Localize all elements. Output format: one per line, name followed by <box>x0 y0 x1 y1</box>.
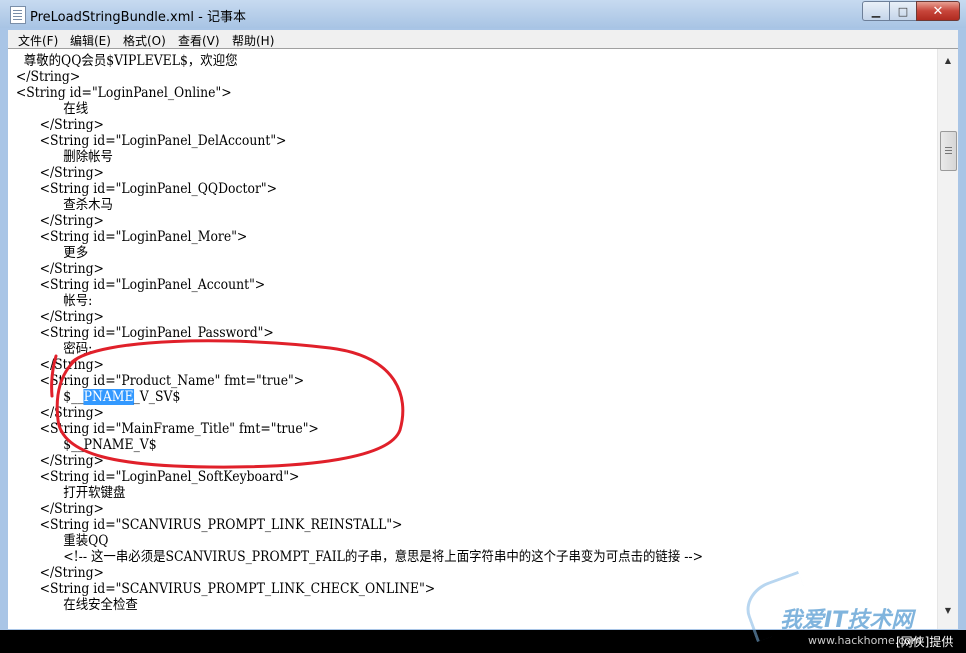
text-content[interactable]: 尊敬的QQ会员$VIPLEVEL$，欢迎您 </String> <String … <box>8 49 936 629</box>
minimize-icon: ▁ <box>871 4 881 18</box>
text-line: $__PNAME_V$ <box>8 437 157 453</box>
vertical-scrollbar[interactable]: ▲ ▼ <box>937 49 958 629</box>
window-title: PreLoadStringBundle.xml - 记事本 <box>30 10 246 25</box>
text-line: <String id="SCANVIRUS_PROMPT_LINK_CHECK_… <box>8 581 436 597</box>
scroll-down-button[interactable]: ▼ <box>938 601 958 619</box>
text-line: 查杀木马 <box>8 197 113 213</box>
text-line: </String> <box>8 501 104 517</box>
text-line: </String> <box>8 117 104 133</box>
text-selection[interactable]: PNAME <box>83 389 134 405</box>
menu-edit[interactable]: 编辑(E) <box>70 32 111 49</box>
text-line: 帐号: <box>8 293 93 309</box>
text-line: </String> <box>8 261 104 277</box>
text-line: 打开软键盘 <box>8 485 126 501</box>
text-line: </String> <box>8 565 104 581</box>
text-line: <String id="LoginPanel_DelAccount"> <box>8 133 287 149</box>
notepad-icon <box>10 6 26 24</box>
text-line: <!-- 这一串必须是SCANVIRUS_PROMPT_FAIL的子串，意思是将… <box>8 549 704 565</box>
text-editor[interactable]: 尊敬的QQ会员$VIPLEVEL$，欢迎您 </String> <String … <box>8 48 958 629</box>
title-bar[interactable]: PreLoadStringBundle.xml - 记事本 ▁ □ ✕ <box>0 0 966 28</box>
text-line: 删除帐号 <box>8 149 113 165</box>
text-line: </String> <box>8 69 81 85</box>
maximize-icon: □ <box>897 4 909 18</box>
text-line: <String id="SCANVIRUS_PROMPT_LINK_REINST… <box>8 517 403 533</box>
text-line: <String id="LoginPanel_QQDoctor"> <box>8 181 278 197</box>
text-after-selection: _V_SV$ <box>133 389 181 405</box>
text-line: 密码: <box>8 341 93 357</box>
text-line: <String id="MainFrame_Title" fmt="true"> <box>8 421 319 437</box>
text-line-selected: $__PNAME_V_SV$ <box>8 389 180 405</box>
text-line: <String id="LoginPanel_SoftKeyboard"> <box>8 469 300 485</box>
text-line: </String> <box>8 213 104 229</box>
text-line: </String> <box>8 357 104 373</box>
minimize-button[interactable]: ▁ <box>862 1 889 21</box>
menu-view[interactable]: 查看(V) <box>178 32 220 49</box>
maximize-button[interactable]: □ <box>889 1 916 21</box>
menu-file[interactable]: 文件(F) <box>18 32 58 49</box>
close-icon: ✕ <box>932 3 944 19</box>
text-line: 尊敬的QQ会员$VIPLEVEL$，欢迎您 <box>8 53 238 69</box>
text-line: <String id="LoginPanel_Account"> <box>8 277 266 293</box>
watermark-suffix: [网侠]提供 <box>896 635 954 649</box>
arrow-up-icon: ▲ <box>944 55 952 65</box>
menu-help[interactable]: 帮助(H) <box>232 32 274 49</box>
close-button[interactable]: ✕ <box>916 1 960 21</box>
text-line: </String> <box>8 165 104 181</box>
text-line: 在线安全检查 <box>8 597 138 613</box>
text-line: 更多 <box>8 245 89 261</box>
text-line: </String> <box>8 405 104 421</box>
caption-buttons: ▁ □ ✕ <box>862 1 960 21</box>
notepad-window: PreLoadStringBundle.xml - 记事本 ▁ □ ✕ 文件(F… <box>0 0 966 630</box>
arrow-down-icon: ▼ <box>944 605 952 615</box>
text-line: 重装QQ <box>8 533 109 549</box>
scrollbar-thumb[interactable] <box>940 131 957 171</box>
watermark-logo: 我爱IT技术网 <box>780 608 914 633</box>
text-line: <String id="LoginPanel_Password"> <box>8 325 274 341</box>
text-line: <String id="LoginPanel_Online"> <box>8 85 232 101</box>
menu-bar: 文件(F) 编辑(E) 格式(O) 查看(V) 帮助(H) <box>8 30 958 48</box>
text-line: </String> <box>8 453 104 469</box>
text-line: <String id="Product_Name" fmt="true"> <box>8 373 305 389</box>
menu-format[interactable]: 格式(O) <box>123 32 166 49</box>
text-line: 在线 <box>8 101 89 117</box>
text-line: <String id="LoginPanel_More"> <box>8 229 248 245</box>
text-line: </String> <box>8 309 104 325</box>
text-before-selection: $__ <box>8 389 84 405</box>
scroll-up-button[interactable]: ▲ <box>938 51 958 69</box>
